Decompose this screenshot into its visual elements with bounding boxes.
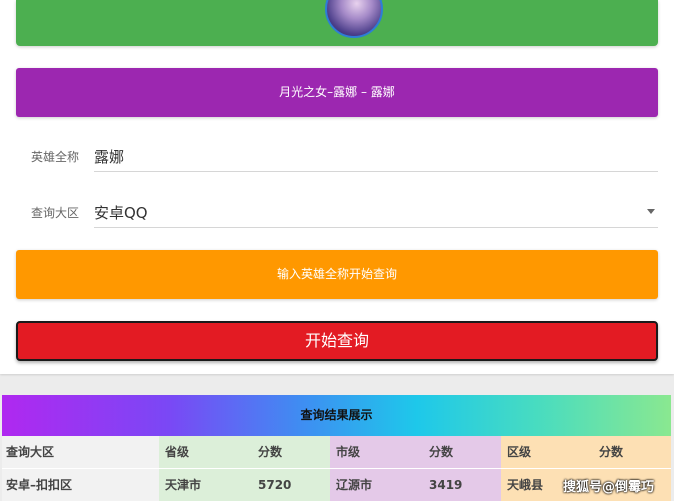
cell-province: 天津市 <box>165 478 202 492</box>
header-region: 查询大区 <box>2 436 159 468</box>
header-province-group: 省级 分数 <box>159 436 330 468</box>
chevron-down-icon[interactable] <box>647 209 655 214</box>
header-district: 区级 <box>507 445 532 459</box>
hero-name-input[interactable]: 露娜 <box>94 146 124 167</box>
region-select[interactable]: 安卓QQ <box>94 202 148 223</box>
header-province-score: 分数 <box>258 445 283 459</box>
cell-city-group: 辽源市 3419 <box>330 469 501 501</box>
cell-city-score: 3419 <box>429 478 463 492</box>
header-city-group: 市级 分数 <box>330 436 501 468</box>
hero-name-underline <box>94 171 658 172</box>
hint-banner: 输入英雄全称开始查询 <box>16 250 658 299</box>
cell-region: 安卓–扣扣区 <box>2 469 159 501</box>
hero-name-label: 英雄全称 <box>31 150 80 164</box>
hero-avatar <box>325 0 383 38</box>
watermark: 搜狐号@倒霉巧 <box>563 480 655 495</box>
header-city: 市级 <box>336 445 361 459</box>
hero-header-banner <box>16 0 658 46</box>
header-district-group: 区级 分数 <box>501 436 671 468</box>
region-underline <box>94 227 658 228</box>
cell-province-score: 5720 <box>258 478 292 492</box>
header-province: 省级 <box>165 445 190 459</box>
hero-title-banner: 月光之女–露娜 – 露娜 <box>16 68 658 117</box>
region-label: 查询大区 <box>31 206 80 220</box>
header-district-score: 分数 <box>599 445 624 459</box>
cell-district: 天峨县 <box>507 478 544 492</box>
query-card: 月光之女–露娜 – 露娜 英雄全称 露娜 查询大区 安卓QQ 输入英雄全称开始查… <box>0 0 674 374</box>
results-header-row: 查询大区 省级 分数 市级 分数 区级 分数 <box>2 436 671 468</box>
results-title: 查询结果展示 <box>2 395 671 436</box>
start-query-button[interactable]: 开始查询 <box>16 321 658 361</box>
cell-province-group: 天津市 5720 <box>159 469 330 501</box>
cell-city: 辽源市 <box>336 478 373 492</box>
header-city-score: 分数 <box>429 445 454 459</box>
